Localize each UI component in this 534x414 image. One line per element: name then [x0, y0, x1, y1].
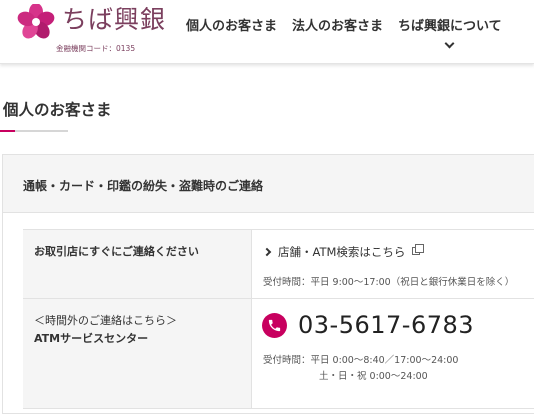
chevron-down-icon	[444, 38, 455, 49]
nav-item-personal[interactable]: 個人のお客さま	[186, 0, 277, 64]
panel-heading: 通帳・カード・印鑑の紛失・盗難時のご連絡	[23, 179, 264, 193]
site-logo[interactable]: ちば興銀 金融機関コード：0135	[12, 2, 172, 58]
lost-card-contact-panel: 通帳・カード・印鑑の紛失・盗難時のご連絡 お取引店にすぐにご連絡ください 店舗・…	[2, 154, 534, 414]
nav-item-label: ちば興銀について	[398, 19, 502, 34]
hours-line-1: 受付時間：平日 0:00〜8:40／17:00〜24:00	[263, 355, 459, 366]
phone-link[interactable]: 03-5617-6783	[262, 311, 474, 339]
contact-row-branch: お取引店にすぐにご連絡ください 店舗・ATM検索はこちら 受付時間：平日 9:0…	[23, 229, 534, 299]
row-label-cell: ＜時間外のご連絡はこちら＞ ATMサービスセンター	[23, 299, 252, 408]
nav-item-about[interactable]: ちば興銀について	[398, 0, 502, 64]
store-atm-search-link[interactable]: 店舗・ATM検索はこちら	[262, 244, 425, 260]
title-underline-accent	[0, 130, 15, 132]
phone-number: 03-5617-6783	[298, 311, 475, 339]
hours-line-2: 土・日・祝 0:00〜24:00	[319, 371, 428, 382]
nav-item-label: 法人のお客さま	[292, 19, 384, 34]
chevron-right-icon	[262, 247, 272, 257]
atm-service-center-label: ATMサービスセンター	[34, 332, 149, 345]
atm-center-hours: 受付時間：平日 0:00〜8:40／17:00〜24:00 土・日・祝 0:00…	[263, 353, 458, 385]
after-hours-label: ＜時間外のご連絡はこちら＞	[34, 314, 177, 327]
row-label-cell: お取引店にすぐにご連絡ください	[23, 230, 252, 298]
logo-text: ちば興銀	[62, 5, 167, 34]
nav-item-corporate[interactable]: 法人のお客さま	[292, 0, 383, 64]
page-title: 個人のお客さま	[3, 101, 112, 119]
title-underline	[0, 130, 68, 132]
bank-code: 金融機関コード：0135	[56, 44, 136, 53]
panel-header: 通帳・カード・印鑑の紛失・盗難時のご連絡	[3, 155, 534, 213]
global-nav: 個人のお客さま 法人のお客さま ちば興銀について	[186, 0, 517, 64]
flower-logo-icon	[17, 4, 55, 39]
branch-hours: 受付時間：平日 9:00〜17:00（祝日と銀行休業日を除く）	[263, 277, 515, 288]
site-header: ちば興銀 金融機関コード：0135 個人のお客さま 法人のお客さま ちば興銀につ…	[0, 0, 534, 64]
external-window-icon	[412, 244, 425, 255]
phone-icon	[262, 312, 287, 338]
row-label: お取引店にすぐにご連絡ください	[34, 245, 199, 258]
nav-item-label: 個人のお客さま	[186, 19, 278, 34]
store-atm-search-link-label: 店舗・ATM検索はこちら	[278, 245, 406, 259]
